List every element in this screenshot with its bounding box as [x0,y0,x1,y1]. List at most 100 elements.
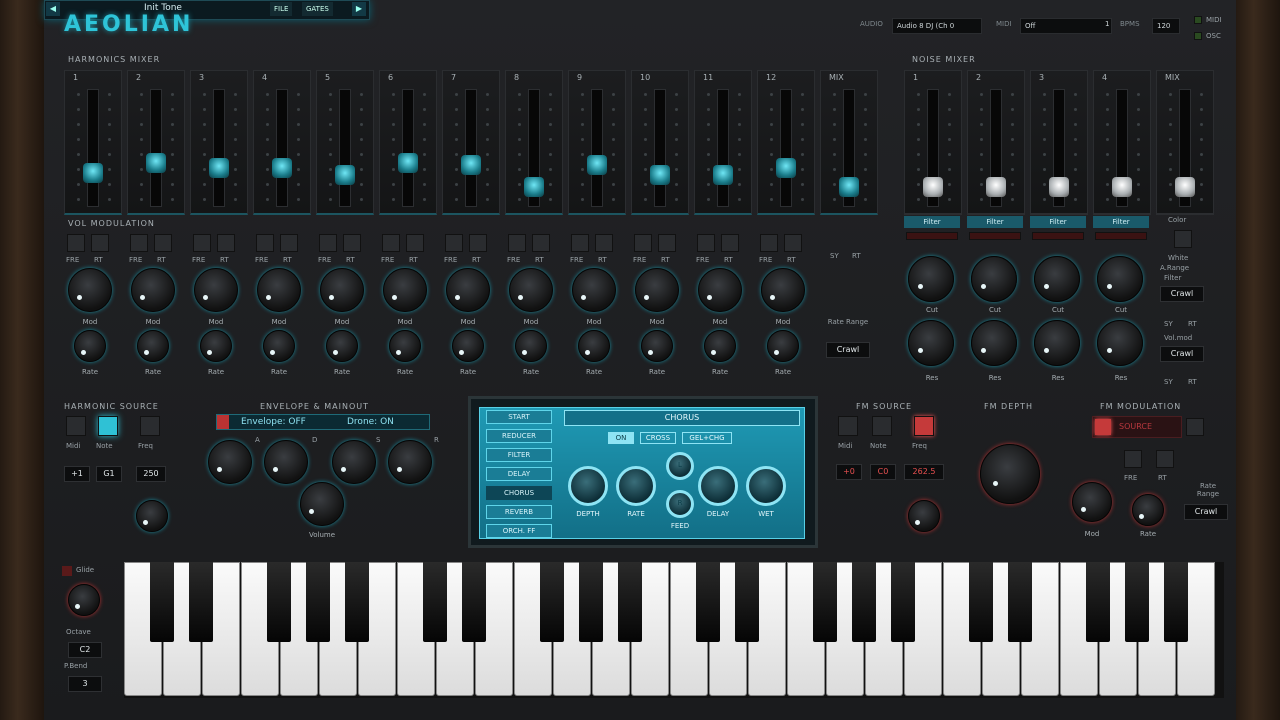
fre-button[interactable] [697,234,715,252]
rt-button[interactable] [784,234,802,252]
black-key[interactable] [813,562,837,642]
black-key[interactable] [579,562,603,642]
fre-button[interactable] [634,234,652,252]
mod-knob[interactable] [572,268,616,312]
fx-mode-cross[interactable]: CROSS [640,432,676,444]
fm-freq-button[interactable] [914,416,934,436]
black-key[interactable] [462,562,486,642]
harmonic-slider-track[interactable] [276,89,288,207]
hs-midi-value[interactable]: +1 [64,466,90,482]
rate-knob[interactable] [263,330,295,362]
noise-slider-handle[interactable] [923,177,943,198]
volume-knob[interactable] [300,482,344,526]
harmonic-slider-track[interactable] [465,89,477,207]
harmonic-slider-handle[interactable] [146,152,166,173]
envelope-status[interactable]: Envelope: OFF [241,417,306,427]
mod-knob[interactable] [509,268,553,312]
cut-knob[interactable] [971,256,1017,302]
preset-name[interactable]: Init Tone [144,3,182,13]
envelope-toggle-led[interactable] [217,415,229,429]
harmonic-slider-handle[interactable] [272,157,292,178]
harmonic-slider-handle[interactable] [713,165,733,186]
black-key[interactable] [1125,562,1149,642]
black-key[interactable] [267,562,291,642]
fm-depth-knob[interactable] [980,444,1040,504]
mod-knob[interactable] [131,268,175,312]
harmonic-slider-handle[interactable] [587,154,607,175]
glide-knob[interactable] [68,584,100,616]
fm-mod-knob[interactable] [1072,482,1112,522]
fm-rate-knob[interactable] [1132,494,1164,526]
fm-rate-range-select[interactable]: Crawl [1184,504,1228,520]
black-key[interactable] [1164,562,1188,642]
black-key[interactable] [189,562,213,642]
rate-knob[interactable] [74,330,106,362]
harmonic-slider-handle[interactable] [398,152,418,173]
harmonic-slider-handle[interactable] [776,157,796,178]
harmonic-slider-handle[interactable] [524,177,544,198]
fm-mod-sync-button[interactable] [1186,418,1204,436]
mod-knob[interactable] [761,268,805,312]
harmonic-slider-track[interactable] [339,89,351,207]
harmonic-slider-track[interactable] [402,89,414,207]
mod-knob[interactable] [320,268,364,312]
fm-rt-button[interactable] [1156,450,1174,468]
drone-status[interactable]: Drone: ON [347,417,394,427]
color-button[interactable] [1174,230,1192,248]
fx-wet-knob[interactable] [746,466,786,506]
noise-slider-handle[interactable] [1049,177,1069,198]
fx-tab-reducer[interactable]: REDUCER [486,429,552,443]
cut-knob[interactable] [1097,256,1143,302]
fx-tab-start[interactable]: START [486,410,552,424]
hs-midi-button[interactable] [66,416,86,436]
black-key[interactable] [150,562,174,642]
glide-led[interactable] [62,566,72,576]
fx-tab-chorus[interactable]: CHORUS [486,486,552,500]
rt-button[interactable] [469,234,487,252]
harmonic-slider-handle[interactable] [209,157,229,178]
fm-fre-button[interactable] [1124,450,1142,468]
rate-knob[interactable] [515,330,547,362]
harmonic-slider-track[interactable] [654,89,666,207]
env-attack-knob[interactable] [208,440,252,484]
rate-knob[interactable] [326,330,358,362]
black-key[interactable] [306,562,330,642]
res-knob[interactable] [971,320,1017,366]
fm-midi-button[interactable] [838,416,858,436]
env-release-knob[interactable] [388,440,432,484]
fre-button[interactable] [571,234,589,252]
rate-knob[interactable] [137,330,169,362]
hs-freq-button[interactable] [140,416,160,436]
env-decay-knob[interactable] [264,440,308,484]
rt-button[interactable] [217,234,235,252]
black-key[interactable] [969,562,993,642]
noise-slider-handle[interactable] [1175,177,1195,198]
cut-knob[interactable] [1034,256,1080,302]
hs-fine-knob[interactable] [136,500,168,532]
fm-note-button[interactable] [872,416,892,436]
rt-button[interactable] [343,234,361,252]
fre-button[interactable] [256,234,274,252]
next-preset-button[interactable]: ▶ [352,2,366,16]
hs-note-button[interactable] [98,416,118,436]
fre-button[interactable] [130,234,148,252]
hs-note-value[interactable]: G1 [96,466,122,482]
rate-knob[interactable] [389,330,421,362]
black-key[interactable] [1086,562,1110,642]
octave-value[interactable]: C2 [68,642,102,658]
prev-preset-button[interactable]: ◀ [46,2,60,16]
noise-slider-handle[interactable] [1112,177,1132,198]
fm-mod-led[interactable] [1095,419,1111,435]
fre-button[interactable] [382,234,400,252]
noise-filter-button[interactable]: Filter [1030,216,1086,228]
mod-knob[interactable] [68,268,112,312]
mod-knob[interactable] [383,268,427,312]
bpm-field[interactable]: 120 [1152,18,1180,34]
black-key[interactable] [618,562,642,642]
rate-knob[interactable] [452,330,484,362]
harmonic-slider-track[interactable] [213,89,225,207]
rt-button[interactable] [658,234,676,252]
fre-button[interactable] [508,234,526,252]
rt-button[interactable] [154,234,172,252]
fx-tab-reverb[interactable]: REVERB [486,505,552,519]
